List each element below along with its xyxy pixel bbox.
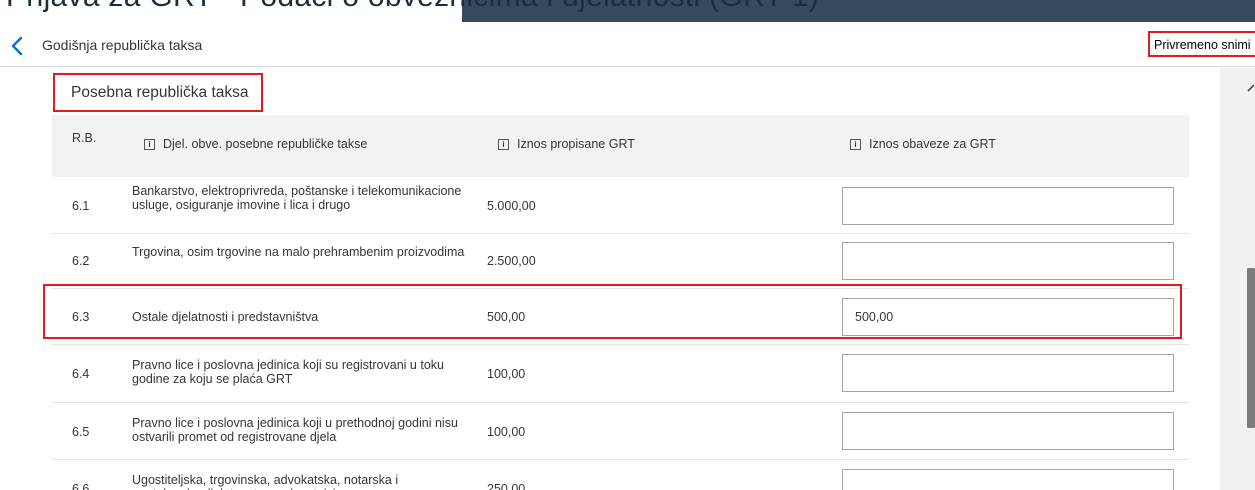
tax-table: R.B. i Djel. obve. posebne republičke ta… bbox=[52, 115, 1189, 490]
table-row: 6.1 Bankarstvo, elektroprivreda, poštans… bbox=[52, 177, 1189, 234]
column-header-rb: R.B. bbox=[72, 131, 96, 145]
page-header: Godišnja republička taksa Privremeno sni… bbox=[0, 28, 1255, 67]
table-row: 6.3 Ostale djelatnosti i predstavništva … bbox=[52, 289, 1189, 345]
scrollbar-thumb[interactable] bbox=[1247, 268, 1255, 428]
obligation-input[interactable] bbox=[842, 469, 1174, 490]
row-activity: Trgovina, osim trgovine na malo prehramb… bbox=[132, 245, 465, 259]
row-activity: Pravno lice i poslovna jedinica koji su … bbox=[132, 358, 444, 386]
column-header-prescribed-label: Iznos propisane GRT bbox=[517, 137, 635, 151]
row-prescribed-amount: 2.500,00 bbox=[487, 254, 536, 268]
row-activity: Ostale djelatnosti i predstavništva bbox=[132, 310, 319, 324]
row-prescribed-amount: 100,00 bbox=[487, 425, 526, 439]
row-number: 6.1 bbox=[72, 199, 90, 213]
obligation-input[interactable] bbox=[842, 187, 1174, 225]
info-icon[interactable]: i bbox=[498, 138, 509, 150]
column-header-obligation-label: Iznos obaveze za GRT bbox=[869, 137, 996, 151]
row-number: 6.6 bbox=[72, 482, 90, 490]
row-number: 6.3 bbox=[72, 310, 90, 324]
save-draft-button[interactable]: Privremeno snimi bbox=[1148, 31, 1255, 57]
window-title: Prijava za GRT - Podaci o obveznicima i … bbox=[6, 0, 819, 14]
obligation-input[interactable] bbox=[842, 242, 1174, 280]
row-number: 6.2 bbox=[72, 254, 90, 268]
row-activity: Bankarstvo, elektroprivreda, poštanske i… bbox=[132, 184, 462, 212]
row-number: 6.4 bbox=[72, 367, 90, 381]
row-prescribed-amount: 5.000,00 bbox=[487, 199, 536, 213]
obligation-input[interactable] bbox=[842, 298, 1174, 336]
column-header-rb-label: R.B. bbox=[72, 131, 97, 145]
table-row: 6.2 Trgovina, osim trgovine na malo preh… bbox=[52, 234, 1189, 289]
info-icon[interactable]: i bbox=[850, 138, 861, 150]
section-title: Posebna republička taksa bbox=[53, 73, 263, 112]
row-activity: Pravno lice i poslovna jedinica koji u p… bbox=[132, 416, 458, 444]
table-header: R.B. i Djel. obve. posebne republičke ta… bbox=[52, 115, 1189, 177]
row-prescribed-amount: 100,00 bbox=[487, 367, 526, 381]
row-activity: Ugostiteljska, trgovinska, advokatska, n… bbox=[132, 473, 399, 490]
page-title: Godišnja republička taksa bbox=[42, 37, 203, 53]
info-icon[interactable]: i bbox=[144, 138, 155, 150]
row-prescribed-amount: 250,00 bbox=[487, 482, 526, 490]
column-header-activity: i Djel. obve. posebne republičke takse bbox=[144, 137, 367, 151]
column-header-prescribed: i Iznos propisane GRT bbox=[498, 137, 635, 151]
column-header-activity-label: Djel. obve. posebne republičke takse bbox=[163, 137, 368, 151]
shell-top-strip: Prijava za GRT - Podaci o obveznicima i … bbox=[0, 0, 1255, 28]
column-header-obligation: i Iznos obaveze za GRT bbox=[850, 137, 996, 151]
table-row: 6.6 Ugostiteljska, trgovinska, advokatsk… bbox=[52, 460, 1189, 490]
section-title-text: Posebna republička taksa bbox=[71, 83, 249, 101]
table-row: 6.5 Pravno lice i poslovna jedinica koji… bbox=[52, 403, 1189, 460]
row-number: 6.5 bbox=[72, 425, 90, 439]
chevron-left-icon bbox=[11, 36, 23, 56]
collapse-icon[interactable] bbox=[1247, 80, 1255, 92]
obligation-input[interactable] bbox=[842, 412, 1174, 450]
row-prescribed-amount: 500,00 bbox=[487, 310, 526, 324]
back-button[interactable] bbox=[8, 35, 28, 57]
table-row: 6.4 Pravno lice i poslovna jedinica koji… bbox=[52, 345, 1189, 403]
obligation-input[interactable] bbox=[842, 354, 1174, 392]
